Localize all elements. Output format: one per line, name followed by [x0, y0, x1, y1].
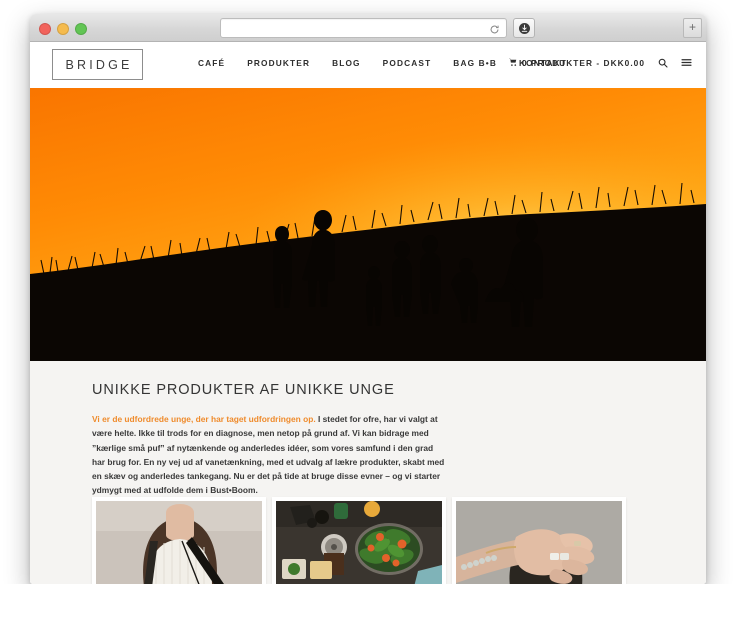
- thumbnail-image-3: [456, 501, 622, 584]
- site-header: BRIDGE CAFÉ PRODUKTER BLOG PODCAST BAG B…: [30, 42, 706, 88]
- download-icon: [518, 22, 530, 34]
- intro-paragraph: Vi er de udfordrede unge, der har taget …: [92, 412, 448, 498]
- content-inner: UNIKKE PRODUKTER AF UNIKKE UNGE Vi er de…: [92, 382, 452, 498]
- nav-item-bag-bb[interactable]: BAG B•B: [453, 58, 497, 68]
- window-controls: [39, 23, 87, 35]
- nav-item-podcast[interactable]: PODCAST: [383, 58, 432, 68]
- hero-illustration: [30, 88, 706, 361]
- page-background-bottom: [0, 584, 736, 623]
- browser-titlebar: +: [30, 14, 706, 42]
- new-tab-button[interactable]: +: [683, 18, 702, 38]
- downloads-button[interactable]: [513, 18, 535, 38]
- content-section: UNIKKE PRODUKTER AF UNIKKE UNGE Vi er de…: [30, 361, 706, 584]
- nav-item-cafe[interactable]: CAFÉ: [198, 58, 225, 68]
- intro-lead-sentence: Vi er de udfordrede unge, der har taget …: [92, 414, 316, 424]
- logo-text: BRIDGE: [65, 57, 133, 72]
- search-icon[interactable]: [658, 58, 668, 68]
- screenshot-root: + BRIDGE CAFÉ PRODUKTER BLOG PODCAST BAG…: [0, 0, 736, 623]
- thumbnail-image-1: [96, 501, 262, 584]
- hamburger-menu-icon[interactable]: [681, 57, 692, 68]
- thumbnail-card-1[interactable]: [92, 497, 266, 584]
- address-bar[interactable]: [220, 18, 507, 38]
- page-viewport: BRIDGE CAFÉ PRODUKTER BLOG PODCAST BAG B…: [30, 42, 706, 584]
- minimize-window-button[interactable]: [57, 23, 69, 35]
- nav-item-produkter[interactable]: PRODUKTER: [247, 58, 310, 68]
- site-logo[interactable]: BRIDGE: [52, 49, 143, 80]
- thumbnail-gallery: [92, 497, 626, 584]
- nav-item-blog[interactable]: BLOG: [332, 58, 361, 68]
- browser-window: + BRIDGE CAFÉ PRODUKTER BLOG PODCAST BAG…: [30, 14, 706, 584]
- cart-link[interactable]: 0 PRODUKTER - DKK0.00: [508, 57, 645, 68]
- hero-image: [30, 88, 706, 361]
- thumbnail-card-2[interactable]: [272, 497, 446, 584]
- close-window-button[interactable]: [39, 23, 51, 35]
- thumbnail-image-2: [276, 501, 442, 584]
- cart-icon: [508, 58, 518, 67]
- reload-icon[interactable]: [489, 22, 500, 34]
- header-right-group: 0 PRODUKTER - DKK0.00: [508, 57, 692, 68]
- maximize-window-button[interactable]: [75, 23, 87, 35]
- cart-label: 0 PRODUKTER - DKK0.00: [521, 57, 645, 68]
- page-title: UNIKKE PRODUKTER AF UNIKKE UNGE: [92, 382, 395, 398]
- thumbnail-card-3[interactable]: [452, 497, 626, 584]
- intro-body-text: I stedet for ofre, har vi valgt at være …: [92, 414, 445, 496]
